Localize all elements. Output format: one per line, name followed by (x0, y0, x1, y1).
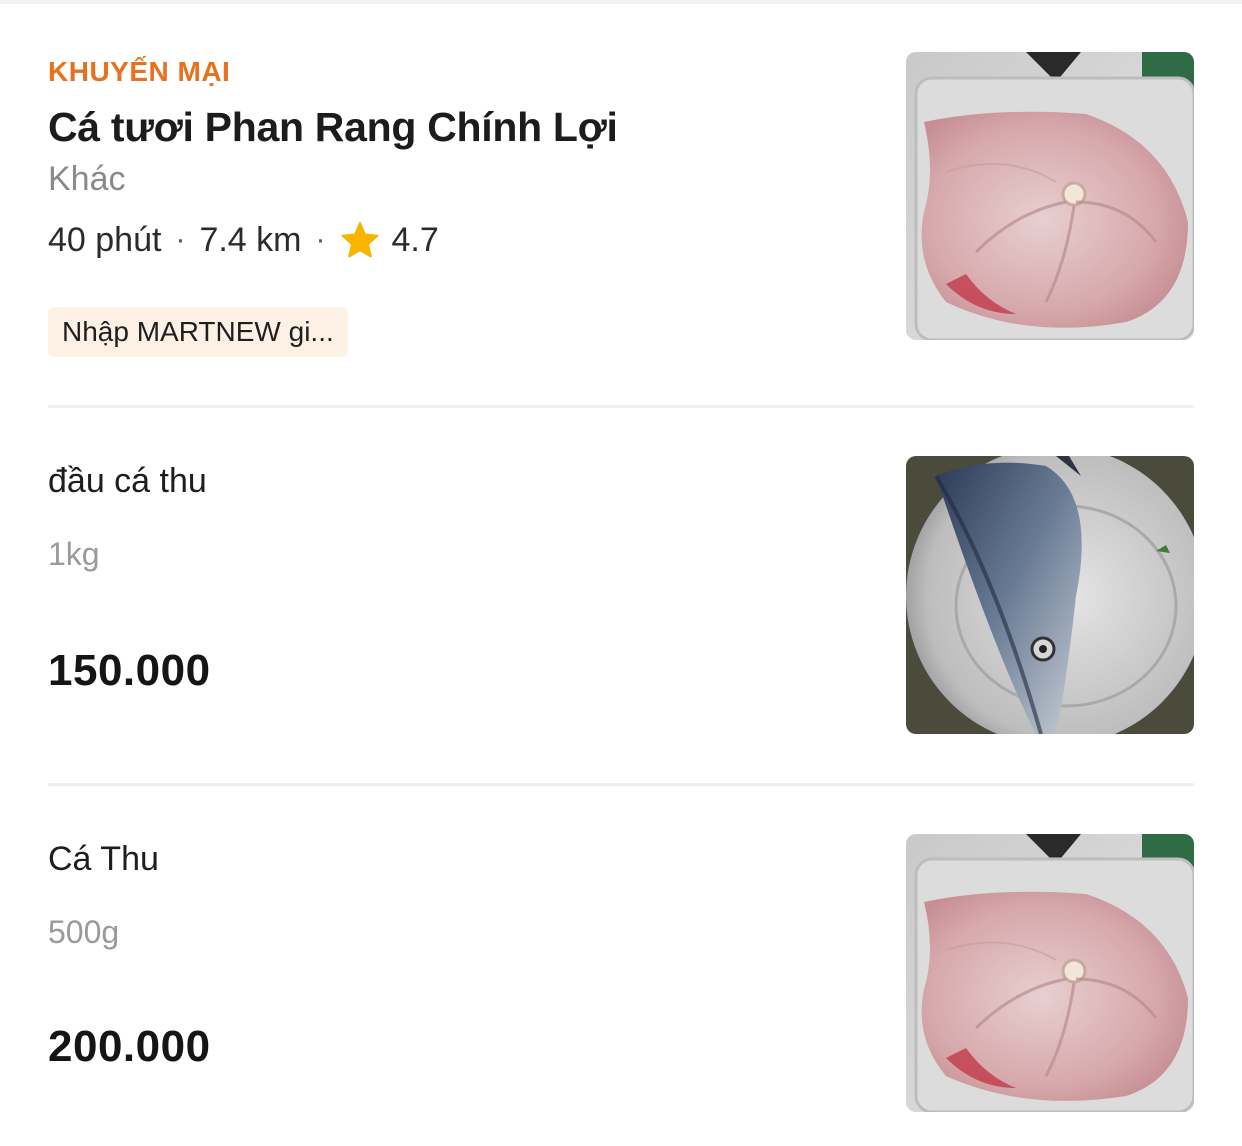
item-unit: 1kg (48, 536, 100, 572)
store-card[interactable]: KHUYẾN MẠI Cá tươi Phan Rang Chính Lợi K… (0, 0, 1242, 407)
separator-dot: · (175, 223, 186, 256)
star-icon (340, 220, 380, 260)
voucher-badge[interactable]: Nhập MARTNEW gi... (48, 307, 348, 357)
item-unit: 500g (48, 914, 120, 950)
list-item[interactable]: đầu cá thu 1kg 150.000 (0, 408, 1242, 784)
item-name: Cá Thu (48, 840, 159, 878)
distance: 7.4 km (199, 220, 302, 259)
rating-value: 4.7 (391, 220, 439, 259)
mackerel-head-photo (906, 456, 1194, 734)
promo-label: KHUYẾN MẠI (48, 56, 231, 87)
fish-steak-photo (906, 834, 1194, 1112)
item-price: 200.000 (48, 1022, 211, 1071)
fish-steak-photo (906, 52, 1194, 340)
separator-dot: · (315, 223, 326, 256)
store-meta: 40 phút · 7.4 km · 4.7 (48, 220, 439, 260)
store-name: Cá tươi Phan Rang Chính Lợi (48, 104, 618, 150)
item-price: 150.000 (48, 646, 211, 695)
store-category: Khác (48, 160, 126, 198)
delivery-time: 40 phút (48, 220, 162, 259)
item-name: đầu cá thu (48, 462, 207, 500)
list-item[interactable]: Cá Thu 500g 200.000 (0, 786, 1242, 1146)
